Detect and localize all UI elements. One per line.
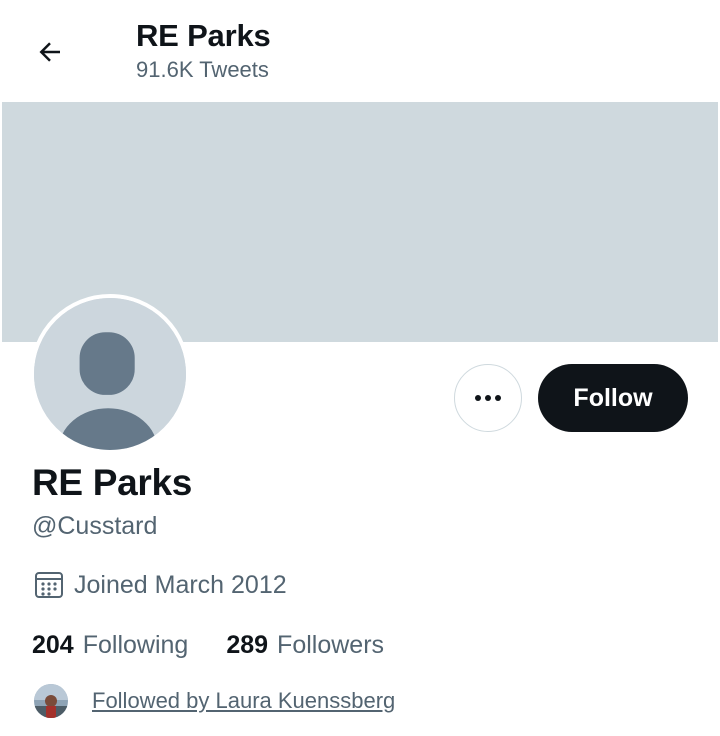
default-avatar-icon: [34, 298, 186, 450]
follower-avatar-image: [34, 684, 68, 718]
arrow-left-icon: [39, 42, 60, 62]
followed-by-row: Followed by Laura Kuenssberg: [34, 683, 395, 719]
followers-label: Followers: [277, 630, 385, 659]
profile-avatar[interactable]: [30, 294, 190, 454]
following-label: Following: [82, 630, 189, 659]
followers-link[interactable]: 289 Followers: [226, 631, 384, 660]
header-title: RE Parks: [136, 18, 271, 53]
back-button[interactable]: [28, 30, 72, 74]
following-link[interactable]: 204 Following: [32, 631, 188, 660]
ellipsis-icon: [475, 395, 501, 401]
more-options-button[interactable]: [454, 364, 522, 432]
follow-button[interactable]: Follow: [538, 364, 688, 432]
followers-count: 289: [226, 630, 269, 659]
follower-avatar[interactable]: [34, 684, 68, 718]
profile-handle: @Cusstard: [32, 512, 158, 540]
followed-by-link[interactable]: Followed by Laura Kuenssberg: [92, 688, 395, 714]
profile-header-bar: RE Parks 91.6K Tweets: [0, 0, 720, 100]
following-count: 204: [32, 630, 74, 659]
follow-stats: 204 Following 289 Followers: [32, 628, 384, 662]
joined-text: Joined March 2012: [74, 570, 287, 599]
profile-display-name: RE Parks: [32, 462, 193, 503]
tweet-count: 91.6K Tweets: [136, 57, 269, 82]
calendar-icon: [35, 572, 63, 598]
joined-date: Joined March 2012: [34, 568, 287, 602]
